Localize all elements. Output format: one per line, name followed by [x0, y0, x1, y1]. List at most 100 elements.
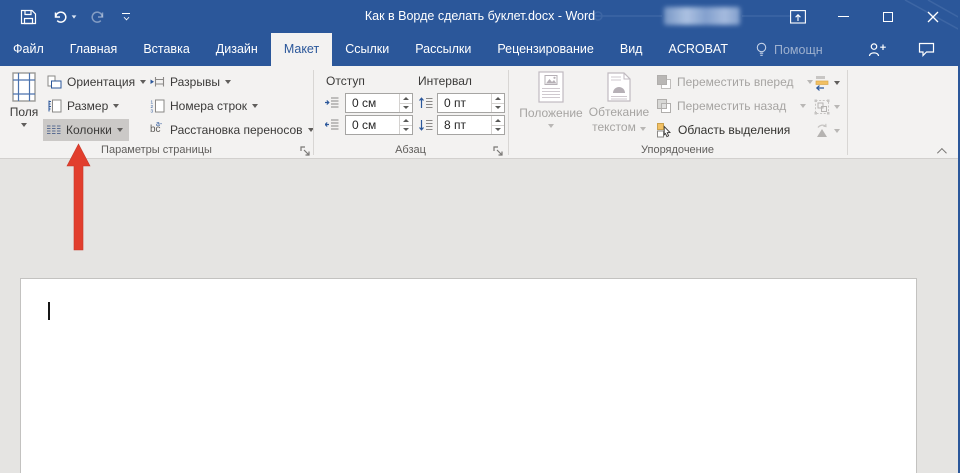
size-label: Размер: [67, 99, 108, 113]
indent-label: Отступ: [326, 74, 365, 88]
breaks-button[interactable]: Разрывы: [147, 71, 237, 93]
size-button[interactable]: Размер: [44, 95, 125, 117]
minimize-icon: [838, 16, 849, 17]
indent-left-field: [345, 93, 413, 113]
bring-forward-button-disabled: Переместить вперед: [657, 71, 813, 93]
customize-quick-access-icon: [122, 13, 130, 20]
ribbon-layout-tab: Поля Ориентация Размер: [0, 66, 960, 159]
rotate-objects-button-disabled: [814, 120, 840, 142]
collapse-ribbon-icon: [936, 147, 946, 157]
svg-text:3: 3: [151, 108, 154, 113]
tab-layout-active[interactable]: Макет: [271, 33, 332, 66]
line-numbers-caret: [252, 104, 258, 108]
size-caret: [113, 104, 119, 108]
undo-dropdown-caret[interactable]: [72, 15, 77, 18]
wrap-text-caret: [640, 127, 646, 131]
indent-left-input[interactable]: [346, 94, 399, 112]
indent-right-input[interactable]: [346, 116, 399, 134]
undo-button[interactable]: [48, 0, 82, 33]
margins-label: Поля: [10, 105, 39, 119]
line-numbers-button[interactable]: 123 Номера строк: [147, 95, 264, 117]
indent-left-spinner[interactable]: [399, 94, 412, 112]
tab-file[interactable]: Файл: [0, 33, 57, 66]
tab-references[interactable]: Ссылки: [332, 33, 402, 66]
group-label-paragraph: Абзац: [313, 144, 508, 156]
spacing-after-input[interactable]: [438, 116, 491, 134]
customize-quick-access-button[interactable]: [112, 0, 140, 33]
group-icon: [814, 99, 830, 115]
maximize-button[interactable]: [873, 0, 903, 33]
line-numbers-icon: 123: [150, 99, 165, 113]
columns-label: Колонки: [66, 123, 112, 137]
share-button[interactable]: [868, 33, 887, 66]
ribbon-display-options-icon: [790, 10, 806, 24]
send-backward-label: Переместить назад: [677, 99, 786, 113]
tab-view[interactable]: Вид: [607, 33, 656, 66]
page-setup-dialog-launcher[interactable]: [300, 144, 313, 157]
indent-left-icon: [325, 96, 339, 110]
margins-icon: [12, 72, 36, 102]
wrap-text-label-line2: текстом: [592, 120, 636, 134]
paragraph-dialog-launcher[interactable]: [493, 144, 506, 157]
send-backward-caret: [800, 104, 806, 108]
group-separator: [508, 70, 509, 155]
minimize-button[interactable]: [828, 0, 858, 33]
ribbon-display-options-button[interactable]: [783, 0, 813, 33]
close-icon: [927, 11, 939, 23]
group-caret: [834, 105, 840, 109]
tab-insert[interactable]: Вставка: [130, 33, 202, 66]
maximize-icon: [883, 12, 893, 22]
close-button[interactable]: [918, 0, 948, 33]
columns-icon: [46, 123, 61, 137]
save-icon: [20, 9, 37, 25]
helper-label: Помощн: [774, 43, 823, 57]
line-numbers-label: Номера строк: [170, 99, 247, 113]
tab-mailings[interactable]: Рассылки: [402, 33, 484, 66]
group-separator: [847, 70, 848, 155]
wrap-text-icon: [607, 72, 631, 102]
lightbulb-icon: [755, 42, 768, 58]
orientation-caret: [140, 80, 146, 84]
margins-button[interactable]: Поля: [4, 70, 44, 141]
breaks-icon: [150, 75, 165, 89]
tab-design[interactable]: Дизайн: [203, 33, 271, 66]
indent-right-spinner[interactable]: [399, 116, 412, 134]
document-page[interactable]: [20, 278, 917, 473]
spacing-before-spinner[interactable]: [491, 94, 504, 112]
tab-review[interactable]: Рецензирование: [484, 33, 607, 66]
rotate-icon: [814, 123, 830, 139]
save-button[interactable]: [8, 0, 48, 33]
spacing-before-input[interactable]: [438, 94, 491, 112]
wrap-text-button-disabled: Обтекание текстом: [587, 70, 651, 141]
size-icon: [47, 99, 62, 113]
spacing-before-icon: [419, 96, 433, 110]
text-cursor: [48, 302, 50, 320]
collapse-ribbon-button[interactable]: [930, 144, 950, 158]
indent-right-field: [345, 115, 413, 135]
redo-button-disabled: [82, 0, 112, 33]
tell-me-helper[interactable]: Помощн: [755, 33, 823, 66]
rotate-caret: [834, 129, 840, 133]
spacing-before-field: [437, 93, 505, 113]
align-objects-button[interactable]: [814, 72, 840, 94]
comments-button[interactable]: [918, 33, 935, 66]
share-person-icon: [868, 42, 887, 57]
redacted-account-name: [664, 7, 740, 25]
ribbon-tab-bar: Файл Главная Вставка Дизайн Макет Ссылки…: [0, 33, 960, 66]
indent-right-icon: [325, 118, 339, 132]
position-icon: [538, 71, 564, 103]
selection-pane-button[interactable]: Область выделения: [657, 119, 790, 141]
orientation-icon: [47, 75, 62, 89]
spacing-after-spinner[interactable]: [491, 116, 504, 134]
orientation-label: Ориентация: [67, 75, 135, 89]
word-window: Как в Ворде сделать буклет.docx - Word: [0, 0, 960, 473]
annotation-arrow: [60, 140, 96, 256]
tab-acrobat[interactable]: ACROBAT: [655, 33, 741, 66]
margins-dropdown-caret: [21, 123, 27, 127]
title-bar: Как в Ворде сделать буклет.docx - Word: [0, 0, 960, 33]
hyphenation-button[interactable]: bca- Расстановка переносов: [147, 119, 320, 141]
columns-button[interactable]: Колонки: [43, 119, 129, 141]
tab-home[interactable]: Главная: [57, 33, 131, 66]
breaks-label: Разрывы: [170, 75, 220, 89]
orientation-button[interactable]: Ориентация: [44, 71, 152, 93]
